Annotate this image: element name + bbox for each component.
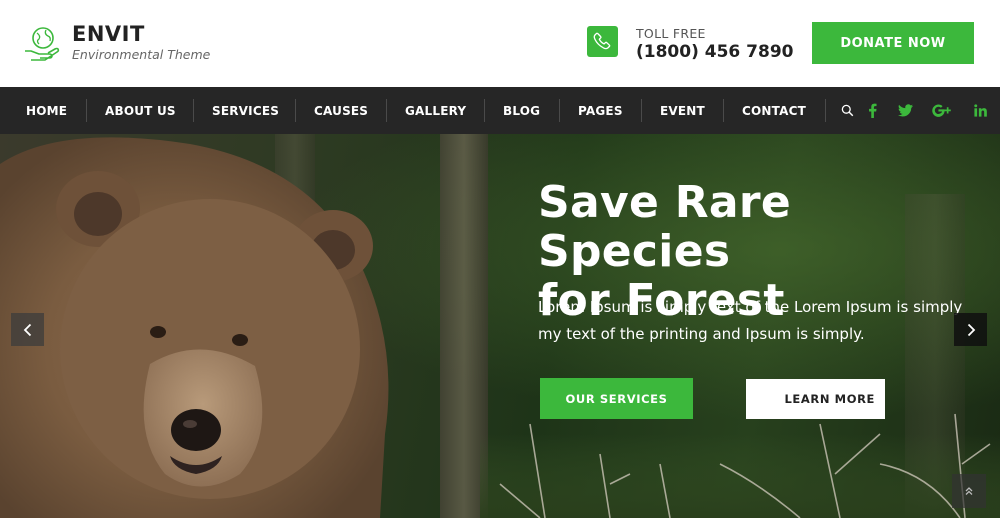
- logo[interactable]: ENVIT Environmental Theme: [22, 22, 210, 64]
- facebook-icon[interactable]: [864, 87, 880, 134]
- nav-divider: [193, 99, 194, 122]
- nav-divider: [86, 99, 87, 122]
- nav-divider: [825, 99, 826, 122]
- phone-icon: [587, 26, 618, 57]
- search-icon[interactable]: [838, 87, 856, 134]
- nav-divider: [723, 99, 724, 122]
- hero-title-line-1: Save Rare Species: [538, 177, 792, 277]
- nav-item-causes[interactable]: CAUSES: [314, 87, 368, 134]
- nav-divider: [559, 99, 560, 122]
- our-services-button[interactable]: OUR SERVICES: [540, 378, 693, 419]
- chevron-right-icon: [967, 323, 975, 336]
- toll-free-label: TOLL FREE: [636, 26, 706, 41]
- toll-free-contact: TOLL FREE (1800) 456 7890: [587, 26, 794, 63]
- learn-more-button[interactable]: LEARN MORE: [746, 379, 885, 419]
- hero-description: Lorem Ipsum is simply text of the Lorem …: [538, 298, 963, 343]
- nav-item-home[interactable]: HOME: [26, 87, 67, 134]
- nav-divider: [641, 99, 642, 122]
- nav-item-event[interactable]: EVENT: [660, 87, 705, 134]
- twitter-icon[interactable]: [895, 87, 915, 134]
- nav-divider: [295, 99, 296, 122]
- scroll-to-top-button[interactable]: [952, 474, 986, 508]
- linkedin-icon[interactable]: [971, 87, 989, 134]
- nav-item-pages[interactable]: PAGES: [578, 87, 623, 134]
- site-header: ENVIT Environmental Theme TOLL FREE (180…: [0, 0, 1000, 87]
- nav-item-about-us[interactable]: ABOUT US: [105, 87, 176, 134]
- nav-item-gallery[interactable]: GALLERY: [405, 87, 466, 134]
- slider-next-button[interactable]: [954, 313, 987, 346]
- globe-in-hand-icon: [25, 27, 60, 61]
- brand-tagline: Environmental Theme: [72, 47, 211, 62]
- nav-item-contact[interactable]: CONTACT: [742, 87, 806, 134]
- double-chevron-up-icon: [965, 487, 973, 495]
- nav-divider: [386, 99, 387, 122]
- donate-button[interactable]: DONATE NOW: [812, 22, 974, 64]
- nav-item-services[interactable]: SERVICES: [212, 87, 279, 134]
- nav-item-blog[interactable]: BLOG: [503, 87, 540, 134]
- google-plus-icon[interactable]: [929, 87, 955, 134]
- chevron-left-icon: [23, 323, 31, 336]
- nav-divider: [484, 99, 485, 122]
- hero-slider: Save Rare Species for Forest Lorem Ipsum…: [0, 134, 1000, 518]
- slider-prev-button[interactable]: [11, 313, 44, 346]
- brand-name: ENVIT: [72, 22, 145, 46]
- main-navigation: HOME ABOUT US SERVICES CAUSES GALLERY BL…: [0, 87, 1000, 134]
- phone-number[interactable]: (1800) 456 7890: [636, 41, 794, 63]
